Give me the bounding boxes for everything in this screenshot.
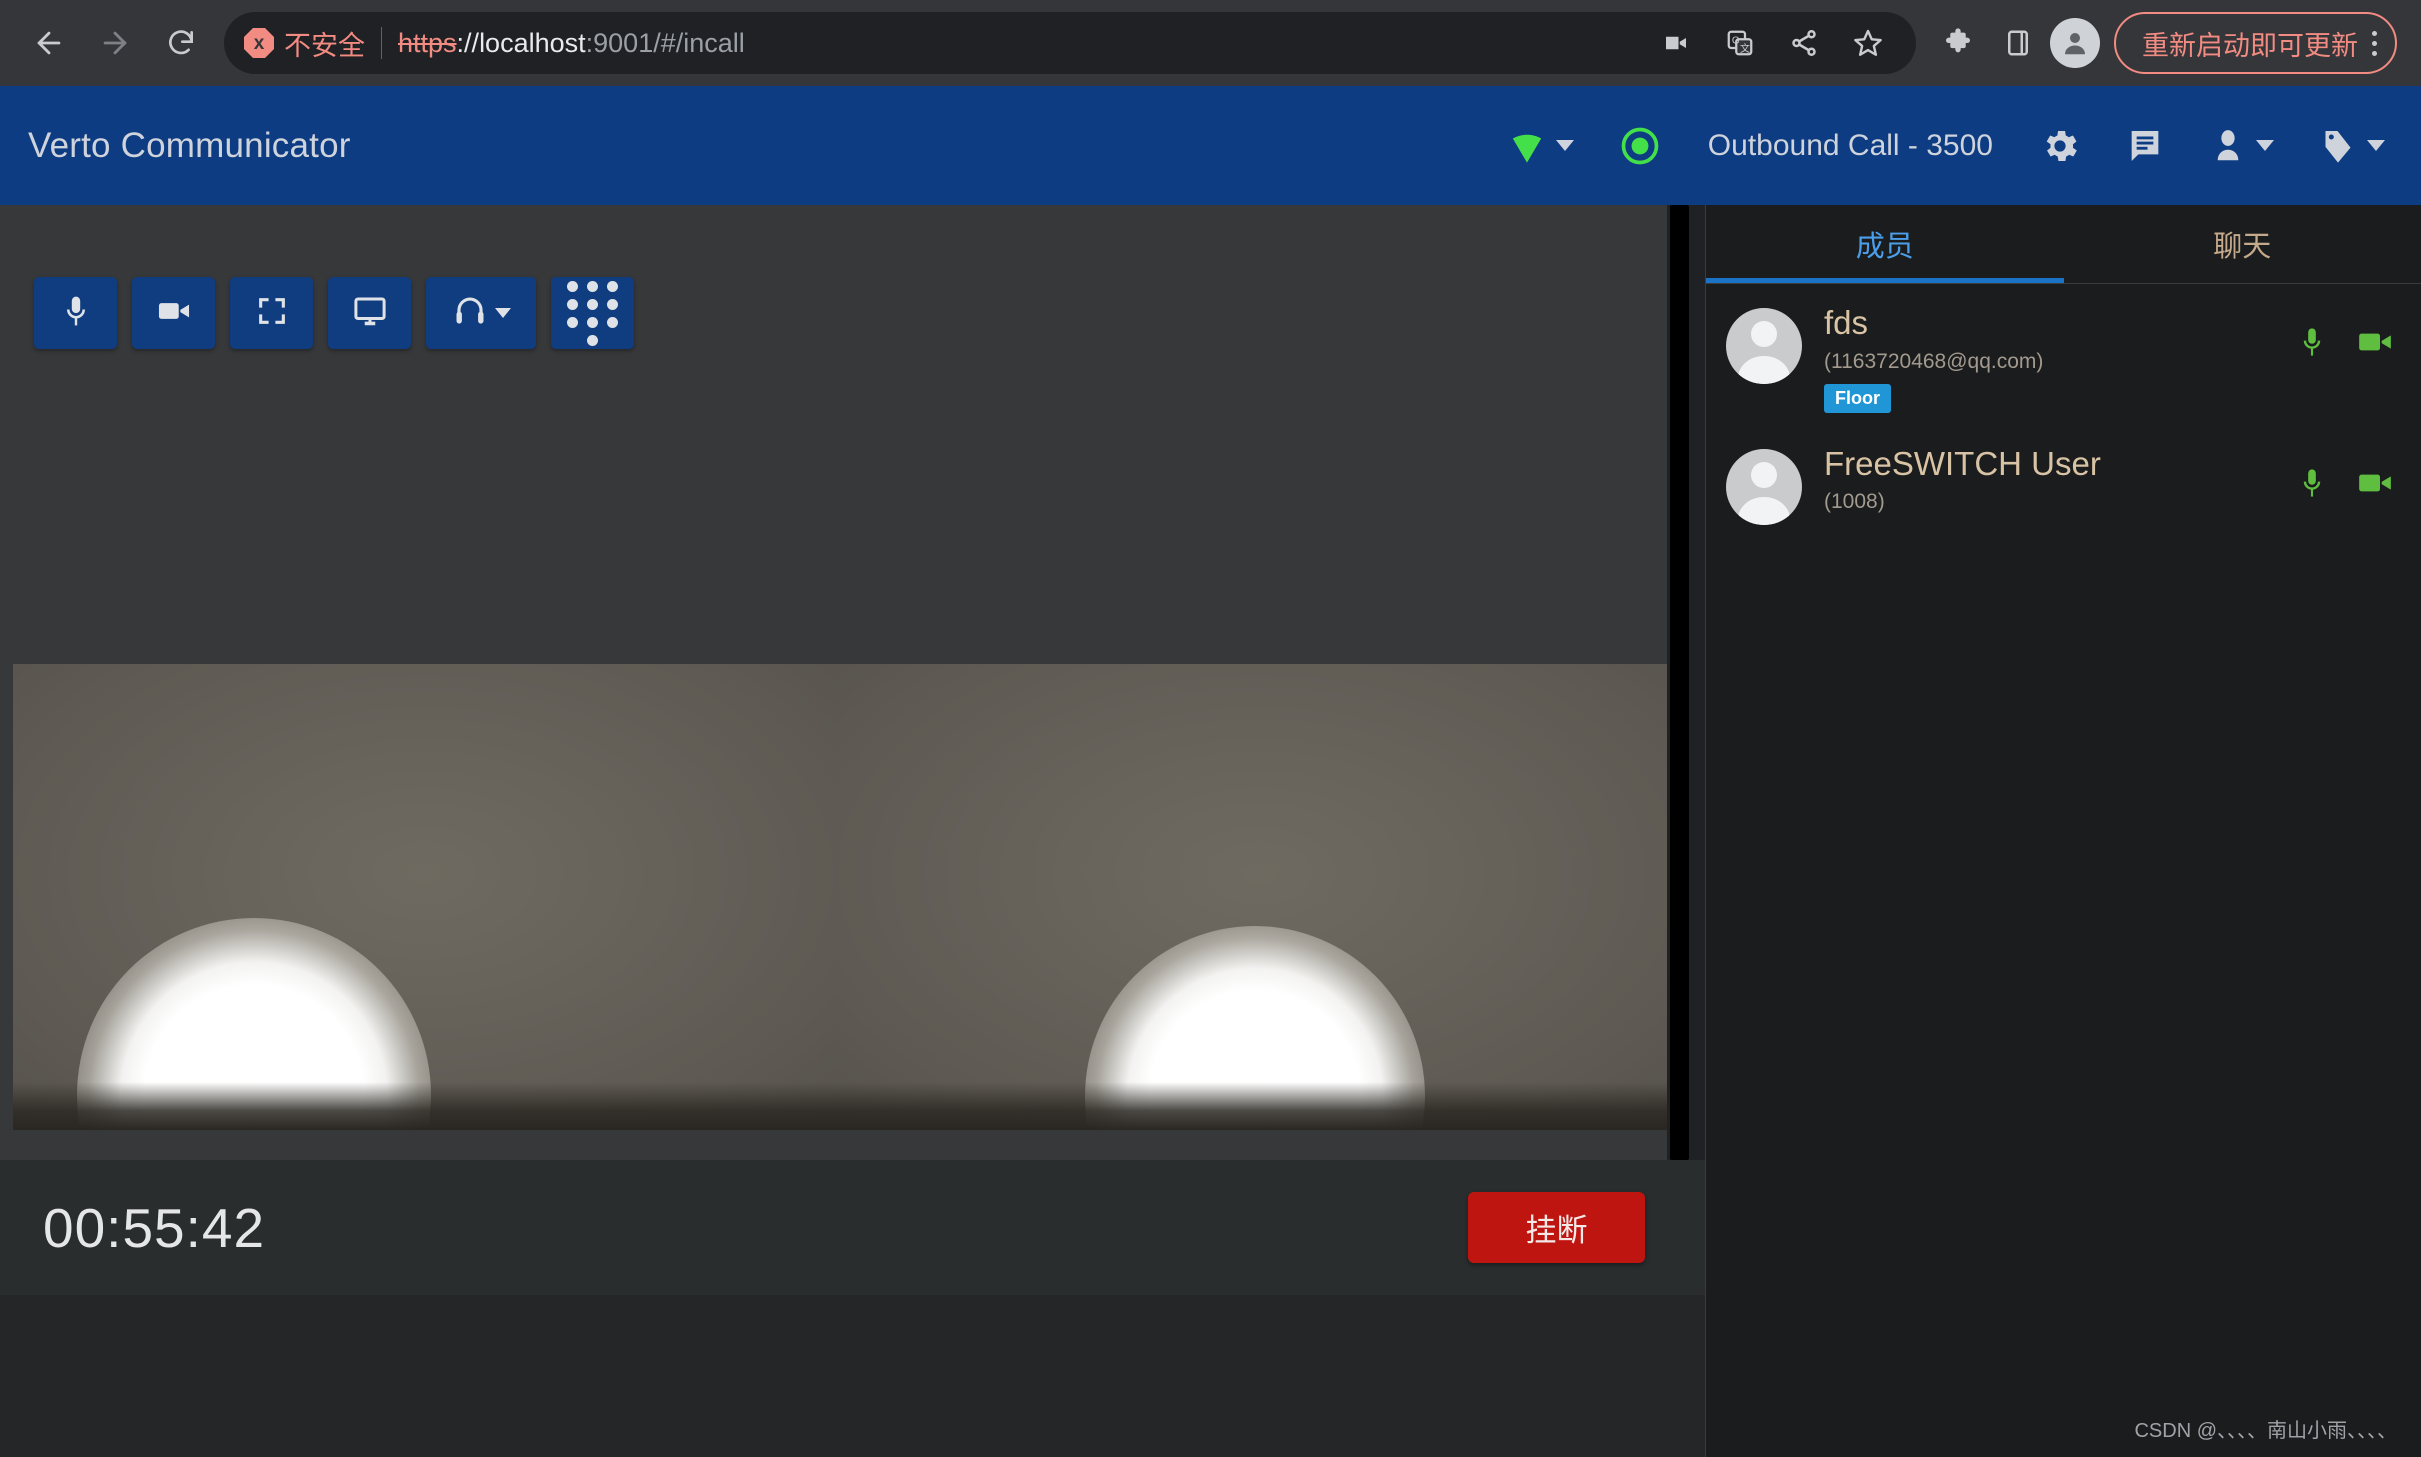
chevron-down-icon bbox=[494, 308, 511, 318]
update-label: 重新启动即可更新 bbox=[2142, 30, 2358, 61]
scrollbar-thumb[interactable] bbox=[1670, 205, 1689, 1160]
video-controls-toolbar bbox=[34, 277, 634, 349]
participant-extension: (1163720468@qq.com) bbox=[1824, 349, 2044, 373]
fullscreen-icon bbox=[255, 294, 289, 333]
forward-arrow-icon[interactable] bbox=[84, 12, 146, 74]
page-title: Verto Communicator bbox=[28, 125, 351, 165]
record-indicator-icon[interactable] bbox=[1596, 86, 1684, 205]
url-port: :9001 bbox=[585, 27, 654, 58]
url-scheme: https bbox=[398, 27, 457, 58]
video-camera-icon[interactable] bbox=[2355, 463, 2395, 503]
translate-icon[interactable]: G文 bbox=[1712, 15, 1768, 71]
audio-device-button[interactable] bbox=[426, 277, 536, 349]
list-item[interactable]: FreeSWITCH User (1008) bbox=[1706, 425, 2421, 537]
kebab-menu-icon[interactable] bbox=[2372, 30, 2377, 56]
url-path: /#/incall bbox=[653, 27, 745, 58]
participant-name: fds bbox=[1824, 304, 1869, 341]
list-item[interactable]: fds (1163720468@qq.com) Floor bbox=[1706, 284, 2421, 425]
video-shadow-overlay bbox=[13, 1082, 835, 1130]
avatar bbox=[1726, 308, 1802, 384]
video-panel bbox=[0, 205, 1692, 1160]
video-shadow-overlay bbox=[835, 1082, 1682, 1130]
svg-text:G: G bbox=[1732, 36, 1740, 47]
call-status-label: Outbound Call - 3500 bbox=[1707, 128, 1993, 162]
watermark-text: CSDN @、、、、南山小雨、、、、 bbox=[2134, 1420, 2397, 1442]
tab-chat[interactable]: 聊天 bbox=[2064, 205, 2421, 283]
headset-icon bbox=[452, 293, 488, 334]
chevron-down-icon bbox=[2256, 140, 2274, 151]
update-chrome-button[interactable]: 重新启动即可更新 bbox=[2114, 12, 2397, 74]
browser-nav-buttons bbox=[18, 12, 212, 74]
browser-toolbar-right: 重新启动即可更新 bbox=[1916, 12, 2421, 74]
video-panel-scrollbar[interactable] bbox=[1667, 205, 1692, 1160]
status-badge: Floor bbox=[1824, 383, 1891, 413]
fullscreen-button[interactable] bbox=[230, 277, 313, 349]
url-host: localhost bbox=[479, 27, 586, 58]
url-separator: :// bbox=[456, 27, 480, 58]
address-bar[interactable]: x 不安全 https://localhost:9001/#/incall G文 bbox=[224, 12, 1916, 74]
video-camera-icon bbox=[155, 292, 193, 335]
tab-members[interactable]: 成员 bbox=[1706, 205, 2064, 283]
chevron-down-icon bbox=[1555, 140, 1574, 151]
omnibox-divider bbox=[381, 27, 382, 59]
gear-icon[interactable] bbox=[2017, 86, 2103, 205]
microphone-icon bbox=[58, 293, 94, 334]
person-icon[interactable] bbox=[2187, 86, 2296, 205]
participant-info: FreeSWITCH User (1008) bbox=[1824, 444, 2295, 515]
svg-text:文: 文 bbox=[1740, 42, 1750, 55]
avatar bbox=[1726, 448, 1802, 525]
chevron-down-icon bbox=[2367, 140, 2385, 151]
microphone-icon[interactable] bbox=[2295, 466, 2329, 500]
screen-share-button[interactable] bbox=[328, 277, 411, 349]
reload-icon[interactable] bbox=[150, 12, 212, 74]
extensions-puzzle-icon[interactable] bbox=[1930, 15, 1986, 71]
call-duration-timer: 00:55:42 bbox=[43, 1196, 266, 1259]
monitor-icon bbox=[352, 293, 388, 334]
profile-avatar-icon[interactable] bbox=[2050, 18, 2100, 68]
side-panel-icon[interactable] bbox=[1990, 15, 2046, 71]
participant-name: FreeSWITCH User bbox=[1824, 444, 2101, 482]
tag-icon[interactable] bbox=[2296, 86, 2407, 205]
dialpad-icon bbox=[567, 280, 618, 346]
participant-actions bbox=[2295, 322, 2395, 362]
sidebar: 成员 聊天 fds (1163720468@qq.com) Floor Free… bbox=[1705, 205, 2421, 1457]
microphone-icon[interactable] bbox=[2295, 325, 2329, 359]
security-label: 不安全 bbox=[284, 30, 365, 61]
participant-actions bbox=[2295, 463, 2395, 503]
not-secure-icon: x bbox=[244, 28, 274, 58]
video-camera-icon[interactable] bbox=[2355, 322, 2395, 362]
mute-mic-button[interactable] bbox=[34, 277, 117, 349]
toggle-camera-button[interactable] bbox=[132, 277, 215, 349]
participant-extension: (1008) bbox=[1824, 490, 1885, 514]
video-capture-icon[interactable] bbox=[1648, 15, 1704, 71]
chat-message-icon[interactable] bbox=[2103, 86, 2187, 205]
omnibox-icons: G文 bbox=[1648, 15, 1896, 71]
back-arrow-icon[interactable] bbox=[18, 12, 80, 74]
participant-info: fds (1163720468@qq.com) Floor bbox=[1824, 304, 2295, 413]
video-tile-local[interactable] bbox=[13, 664, 835, 1130]
browser-toolbar: x 不安全 https://localhost:9001/#/incall G文 bbox=[0, 0, 2421, 86]
app-header-actions: Outbound Call - 3500 bbox=[1485, 86, 2421, 205]
share-icon[interactable] bbox=[1776, 15, 1832, 71]
sidebar-tabs: 成员 聊天 bbox=[1706, 205, 2421, 283]
video-tile-remote[interactable] bbox=[835, 664, 1682, 1130]
url-text: https://localhost:9001/#/incall bbox=[398, 28, 745, 59]
bookmark-star-icon[interactable] bbox=[1840, 15, 1896, 71]
dialpad-button[interactable] bbox=[551, 277, 634, 349]
call-footer: 00:55:42 挂断 bbox=[0, 1160, 1705, 1295]
app-header: Verto Communicator Outbound Call - 3500 bbox=[0, 86, 2421, 205]
video-grid bbox=[13, 664, 1682, 1130]
hangup-button[interactable]: 挂断 bbox=[1468, 1192, 1645, 1263]
wifi-signal-icon[interactable] bbox=[1485, 86, 1596, 205]
security-indicator[interactable]: x 不安全 bbox=[244, 24, 365, 63]
page-background-filler bbox=[0, 1295, 1705, 1457]
